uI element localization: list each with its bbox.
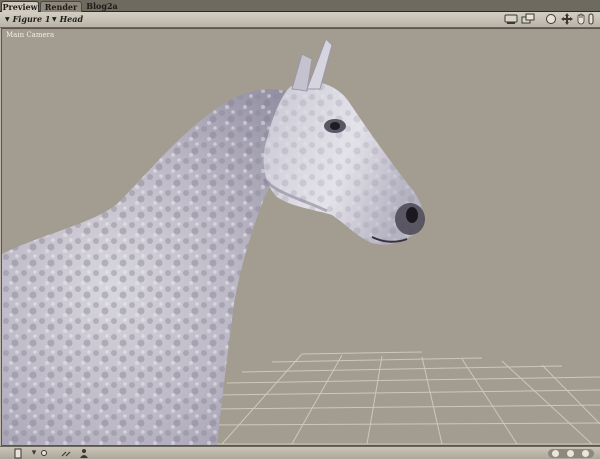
part-selector[interactable]: ▼ Head xyxy=(52,13,83,25)
view-dot-3[interactable] xyxy=(582,450,589,457)
part-selector-label: Head xyxy=(59,14,84,24)
view-dot-1[interactable] xyxy=(552,450,559,457)
chevron-down-icon: ▼ xyxy=(52,16,57,23)
monitor-icon[interactable] xyxy=(504,13,518,25)
zoom-bar-icon[interactable] xyxy=(586,13,596,25)
move-cross-icon[interactable] xyxy=(560,13,574,25)
render-circle-icon[interactable] xyxy=(544,13,558,25)
view-dot-2[interactable] xyxy=(567,450,574,457)
figure-selector[interactable]: ▼ Figure 1 xyxy=(5,13,50,25)
chevron-down-icon: ▼ xyxy=(5,16,10,23)
preview-window: Preview Render Blog2a ▼Figure 1 ▼Head xyxy=(0,0,600,459)
tab-render[interactable]: Render xyxy=(40,1,82,12)
view-buttons xyxy=(548,449,594,458)
tab-render-label: Render xyxy=(44,2,78,12)
camera-label: Main Camera xyxy=(6,31,55,39)
tab-blog2a[interactable]: Blog2a xyxy=(86,1,118,11)
windows-icon[interactable] xyxy=(521,13,535,25)
figure-icon[interactable] xyxy=(78,448,90,459)
tab-preview-label: Preview xyxy=(2,2,38,12)
link-icon[interactable] xyxy=(60,448,72,459)
floor-grid xyxy=(202,351,600,445)
tab-preview[interactable]: Preview xyxy=(1,1,39,12)
main-viewport[interactable]: Main Camera xyxy=(1,28,600,446)
tab-bar: Preview Render Blog2a xyxy=(0,0,600,12)
document-icon[interactable] xyxy=(12,448,24,459)
viewport-footer: ▾ xyxy=(0,446,600,459)
figure-selector-label: Figure 1 xyxy=(12,14,51,24)
tab-blog2a-label: Blog2a xyxy=(86,1,118,11)
viewport-header: ▼ Figure 1 ▼ Head xyxy=(0,12,600,28)
scene-render xyxy=(2,38,600,445)
light-icon[interactable] xyxy=(38,448,50,459)
